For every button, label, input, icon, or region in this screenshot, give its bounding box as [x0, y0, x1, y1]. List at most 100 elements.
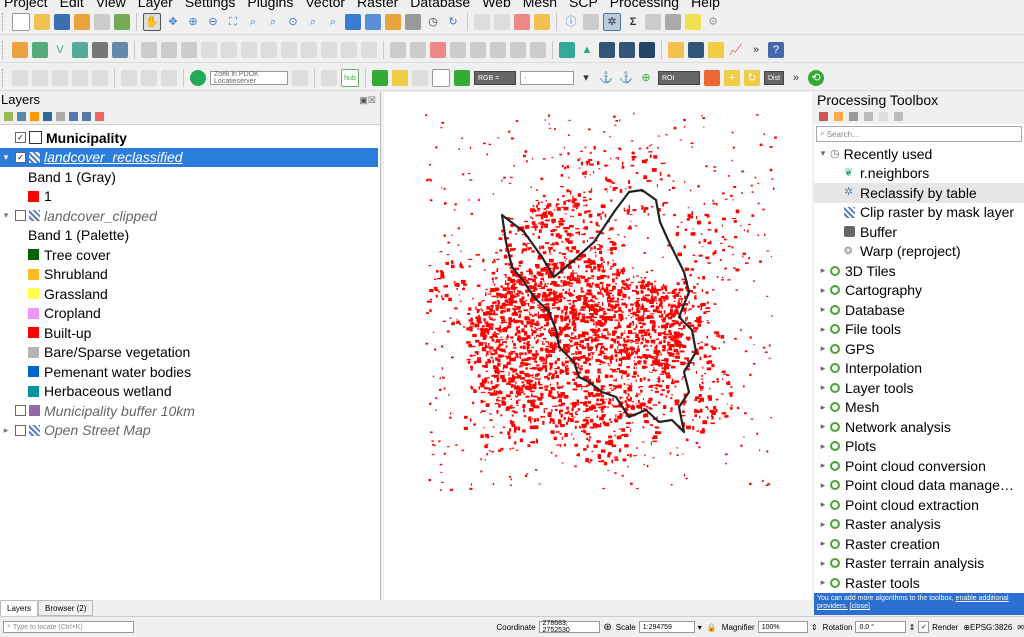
scp-input-icon[interactable]	[432, 69, 450, 87]
expand-arrow-icon[interactable]: ▸	[818, 538, 828, 549]
new-print-layout-icon[interactable]	[74, 14, 90, 30]
paste-features-icon[interactable]	[321, 42, 337, 58]
scp-roi2-icon[interactable]: ⚓	[618, 70, 634, 86]
scp-roi-icon[interactable]: ⚓	[598, 70, 614, 86]
expand-arrow-icon[interactable]: ▸	[818, 363, 828, 374]
show-labels-icon[interactable]	[450, 42, 466, 58]
metasearch-icon[interactable]	[619, 42, 635, 58]
qgis-hub-icon[interactable]: hub	[341, 69, 359, 87]
menu-edit[interactable]: Edit	[60, 0, 84, 10]
crs-label[interactable]: EPSG:3826	[970, 623, 1012, 632]
group-raster-terrain-analysis[interactable]: ▸ Raster terrain analysis	[814, 554, 1024, 574]
rgb-value-input[interactable]: -	[520, 71, 574, 85]
group-3d-tiles[interactable]: ▸ 3D Tiles	[814, 261, 1024, 281]
add-wms-icon[interactable]	[112, 42, 128, 58]
star-digitize-icon[interactable]	[92, 70, 108, 86]
pin-labels-icon[interactable]	[430, 42, 446, 58]
tab-layers[interactable]: Layers	[0, 600, 39, 616]
add-vector-icon[interactable]: V	[52, 42, 68, 58]
expand-arrow-icon[interactable]: ▸	[818, 577, 828, 588]
new-project-icon[interactable]	[12, 13, 30, 31]
zoom-selection-icon[interactable]: ⌕	[245, 14, 261, 30]
python-console-icon[interactable]	[668, 42, 684, 58]
expand-arrow-icon[interactable]: ▸	[818, 382, 828, 393]
rectangle-digitize-icon[interactable]	[52, 70, 68, 86]
group-recently-used[interactable]: ▾ ◷ Recently used	[814, 144, 1024, 164]
redo-icon[interactable]	[361, 42, 377, 58]
visibility-icon[interactable]	[30, 111, 39, 121]
zoom-in-icon[interactable]: ⊕	[185, 14, 201, 30]
topology-checker-icon[interactable]: ▲	[579, 42, 595, 58]
overflow-icon[interactable]: »	[788, 70, 804, 86]
expand-arrow-icon[interactable]: ▸	[0, 425, 12, 436]
layer-visibility-checkbox[interactable]: ✓	[15, 132, 26, 144]
render-checkbox[interactable]: ✓	[918, 621, 930, 633]
menu-project[interactable]: Project	[4, 0, 48, 10]
messages-icon[interactable]: ✉	[1017, 623, 1024, 632]
group-mesh[interactable]: ▸ Mesh	[814, 398, 1024, 418]
expand-arrow-icon[interactable]: ▸	[818, 265, 828, 276]
group-file-tools[interactable]: ▸ File tools	[814, 320, 1024, 340]
pdok-clear-icon[interactable]	[292, 70, 308, 86]
polygon-digitize-icon[interactable]	[72, 70, 88, 86]
group-network-analysis[interactable]: ▸ Network analysis	[814, 417, 1024, 437]
expand-arrow-icon[interactable]: ▸	[818, 324, 828, 335]
menu-database[interactable]: Database	[410, 0, 470, 10]
pan-to-selection-icon[interactable]: ✥	[165, 14, 181, 30]
edit-features-icon[interactable]	[879, 111, 888, 121]
collapse-all-icon[interactable]	[82, 111, 91, 121]
remove-layer-icon[interactable]	[95, 111, 104, 121]
toolbar-grip[interactable]	[2, 13, 7, 31]
digitize-icon[interactable]	[201, 42, 217, 58]
group-raster-analysis[interactable]: ▸ Raster analysis	[814, 515, 1024, 535]
annotations-icon[interactable]: ⚙	[705, 14, 721, 30]
pan-icon[interactable]: ✋	[143, 13, 161, 31]
cut-features-icon[interactable]	[281, 42, 297, 58]
rotate-label-icon[interactable]	[490, 42, 506, 58]
group-cartography[interactable]: ▸ Cartography	[814, 281, 1024, 301]
zoom-next-icon[interactable]: ⌕	[325, 14, 341, 30]
grass-icon[interactable]	[639, 42, 655, 58]
label-tool-icon[interactable]	[390, 42, 406, 58]
chart-icon[interactable]: 📈	[728, 42, 744, 58]
split-features-icon[interactable]	[161, 70, 177, 86]
toolbar-grip[interactable]	[2, 69, 7, 87]
refresh-icon[interactable]: ↻	[445, 14, 461, 30]
layer-labeling-icon[interactable]	[410, 42, 426, 58]
data-source-manager-icon[interactable]	[12, 42, 28, 58]
update-icon[interactable]: ⟲	[808, 70, 824, 86]
magnifier-field[interactable]: 100%	[757, 621, 808, 633]
algorithm-reclassify-by-table[interactable]: ✲ Reclassify by table	[814, 183, 1024, 203]
processing-search-input[interactable]: ⌕ Search…	[816, 126, 1022, 142]
open-attribute-table-icon[interactable]	[583, 14, 599, 30]
zoom-layer-icon[interactable]: ⌕	[265, 14, 281, 30]
group-gps[interactable]: ▸ GPS	[814, 339, 1024, 359]
menu-vector[interactable]: Vector	[305, 0, 345, 10]
history-icon[interactable]	[849, 111, 858, 121]
new-geopackage-icon[interactable]	[32, 42, 48, 58]
zoom-last-icon[interactable]: ⌕	[305, 14, 321, 30]
help-icon[interactable]: ?	[768, 42, 784, 58]
menu-raster[interactable]: Raster	[357, 0, 398, 10]
scp-close-icon[interactable]	[704, 70, 720, 86]
expand-arrow-icon[interactable]: ▸	[818, 480, 828, 491]
layer-row-municipality-buffer[interactable]: Municipality buffer 10km	[0, 401, 378, 421]
map-tips-icon[interactable]	[685, 14, 701, 30]
models-icon[interactable]	[819, 111, 828, 121]
advanced-digitize-icon[interactable]	[141, 70, 157, 86]
copy-features-icon[interactable]	[301, 42, 317, 58]
delete-selected-icon[interactable]	[261, 42, 277, 58]
group-database[interactable]: ▸ Database	[814, 300, 1024, 320]
group-interpolation[interactable]: ▸ Interpolation	[814, 359, 1024, 379]
layer-visibility-checkbox[interactable]: ✓	[15, 151, 26, 163]
menu-view[interactable]: View	[96, 0, 126, 10]
layer-row-landcover-reclassified[interactable]: ▾ ✓ landcover_reclassified	[0, 147, 378, 167]
layer-visibility-checkbox[interactable]	[15, 210, 26, 222]
locator-input[interactable]: ⌕ Type to locate (Ctrl+K)	[3, 621, 134, 633]
select-location-icon[interactable]	[534, 14, 550, 30]
menu-web[interactable]: Web	[482, 0, 511, 10]
menu-layer[interactable]: Layer	[138, 0, 173, 10]
color-picker-icon[interactable]	[708, 42, 724, 58]
layout-manager-icon[interactable]	[94, 14, 110, 30]
algorithm-buffer[interactable]: Buffer	[814, 222, 1024, 242]
